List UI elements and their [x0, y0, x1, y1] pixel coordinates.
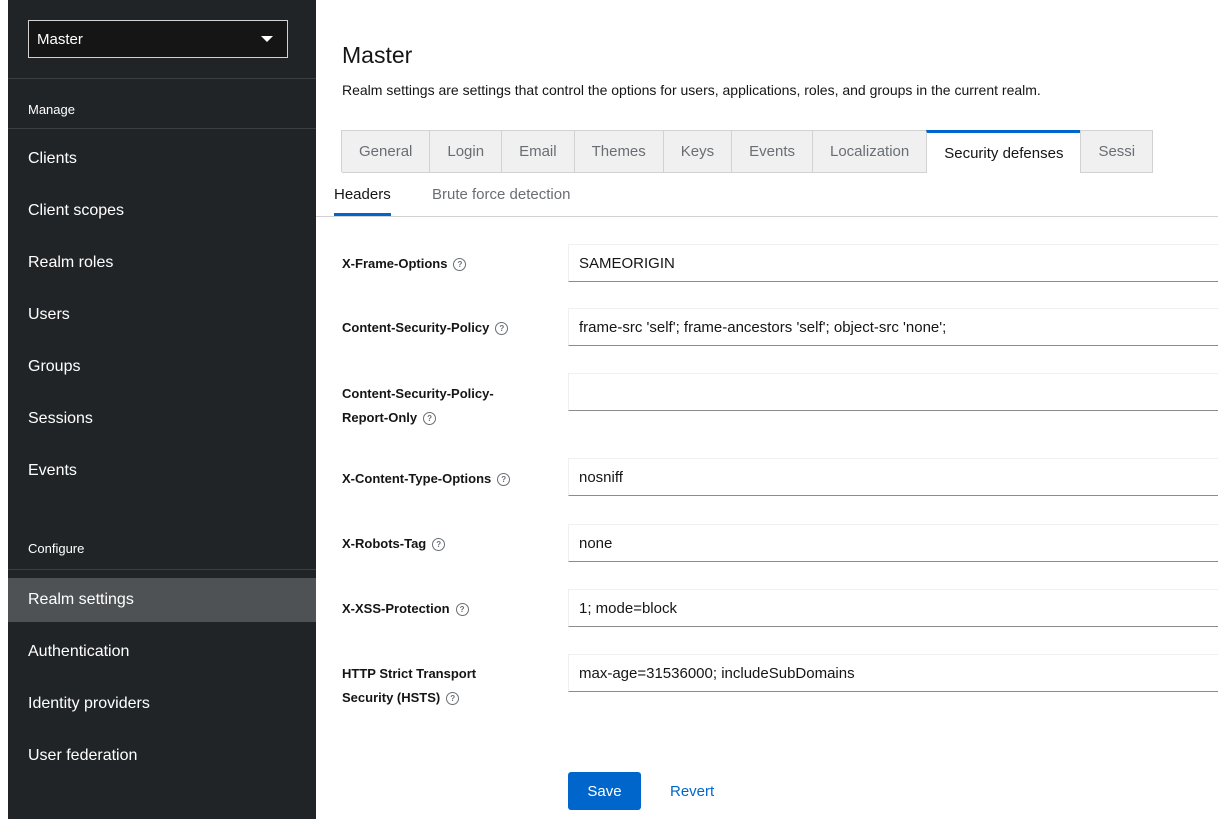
tab-sessions[interactable]: Sessi	[1080, 130, 1154, 172]
realm-selector-label: Master	[37, 30, 83, 48]
section-title-manage: Manage	[28, 102, 75, 117]
field-label-text-line1: HTTP Strict Transport	[342, 666, 477, 681]
save-button[interactable]: Save	[568, 772, 641, 810]
field-label-text: X-Robots-Tag	[342, 536, 427, 551]
tab-login[interactable]: Login	[429, 130, 503, 172]
sidebar-item-sessions[interactable]: Sessions	[8, 397, 316, 441]
x-frame-options-input[interactable]	[568, 244, 1218, 282]
sidebar-item-authentication[interactable]: Authentication	[8, 630, 316, 674]
help-circle-icon[interactable]: ?	[453, 258, 467, 271]
field-label-content-security-policy: Content-Security-Policy?	[342, 316, 557, 340]
tab-events[interactable]: Events	[731, 130, 813, 172]
csp-report-only-input[interactable]	[568, 373, 1218, 411]
subtab-brute-force-detection[interactable]: Brute force detection	[432, 172, 570, 216]
sidebar-divider	[8, 78, 316, 79]
security-defenses-subtabs: Headers Brute force detection	[316, 172, 1218, 217]
field-label-text: X-Content-Type-Options	[342, 471, 492, 486]
revert-button[interactable]: Revert	[664, 772, 720, 810]
tab-general[interactable]: General	[341, 130, 431, 172]
field-label-text: X-XSS-Protection	[342, 601, 450, 616]
field-label-text-line2: Report-Only	[342, 410, 418, 425]
sidebar-item-user-federation[interactable]: User federation	[8, 734, 316, 778]
help-circle-icon[interactable]: ?	[455, 603, 469, 616]
help-circle-icon[interactable]: ?	[432, 538, 446, 551]
caret-down-icon	[261, 36, 273, 42]
field-label-text-line1: Content-Security-Policy-	[342, 386, 494, 401]
field-label-x-xss-protection: X-XSS-Protection?	[342, 597, 557, 621]
hsts-input[interactable]	[568, 654, 1218, 692]
tab-security-defenses[interactable]: Security defenses	[926, 130, 1082, 173]
sidebar-item-users[interactable]: Users	[8, 293, 316, 337]
help-circle-icon[interactable]: ?	[495, 322, 509, 335]
realm-settings-tabs: General Login Email Themes Keys Events L…	[341, 130, 1154, 173]
subtab-headers[interactable]: Headers	[334, 172, 391, 216]
help-circle-icon[interactable]: ?	[423, 412, 437, 425]
sidebar: Master Manage Clients Client scopes Real…	[8, 0, 316, 819]
content-security-policy-input[interactable]	[568, 308, 1218, 346]
x-robots-tag-input[interactable]	[568, 524, 1218, 562]
main-content: Master Realm settings are settings that …	[316, 0, 1218, 819]
field-label-x-robots-tag: X-Robots-Tag?	[342, 532, 557, 556]
field-label-text: X-Frame-Options	[342, 256, 448, 271]
field-label-text-line2: Security (HSTS)	[342, 690, 441, 705]
field-label-x-frame-options: X-Frame-Options?	[342, 252, 557, 276]
tab-themes[interactable]: Themes	[573, 130, 664, 172]
sidebar-item-client-scopes[interactable]: Client scopes	[8, 189, 316, 233]
sidebar-item-groups[interactable]: Groups	[8, 345, 316, 389]
sidebar-item-realm-settings[interactable]: Realm settings	[8, 578, 316, 622]
sidebar-item-realm-roles[interactable]: Realm roles	[8, 241, 316, 285]
sidebar-divider	[8, 569, 316, 570]
tab-email[interactable]: Email	[501, 130, 575, 172]
help-circle-icon[interactable]: ?	[446, 692, 460, 705]
realm-selector[interactable]: Master	[28, 20, 288, 58]
section-title-configure: Configure	[28, 541, 85, 556]
x-content-type-options-input[interactable]	[568, 458, 1218, 496]
tab-localization[interactable]: Localization	[812, 130, 928, 172]
page-title: Master	[342, 42, 413, 68]
field-label-x-content-type-options: X-Content-Type-Options?	[342, 467, 557, 491]
tab-keys[interactable]: Keys	[662, 130, 733, 172]
field-label-hsts: HTTP Strict Transport Security (HSTS)?	[342, 662, 557, 710]
sidebar-item-clients[interactable]: Clients	[8, 137, 316, 181]
x-xss-protection-input[interactable]	[568, 589, 1218, 627]
sidebar-item-identity-providers[interactable]: Identity providers	[8, 682, 316, 726]
field-label-csp-report-only: Content-Security-Policy- Report-Only?	[342, 382, 557, 430]
field-label-text: Content-Security-Policy	[342, 320, 490, 335]
sidebar-item-events[interactable]: Events	[8, 449, 316, 493]
page-description: Realm settings are settings that control…	[342, 82, 1041, 98]
sidebar-divider	[8, 128, 316, 129]
help-circle-icon[interactable]: ?	[497, 473, 511, 486]
